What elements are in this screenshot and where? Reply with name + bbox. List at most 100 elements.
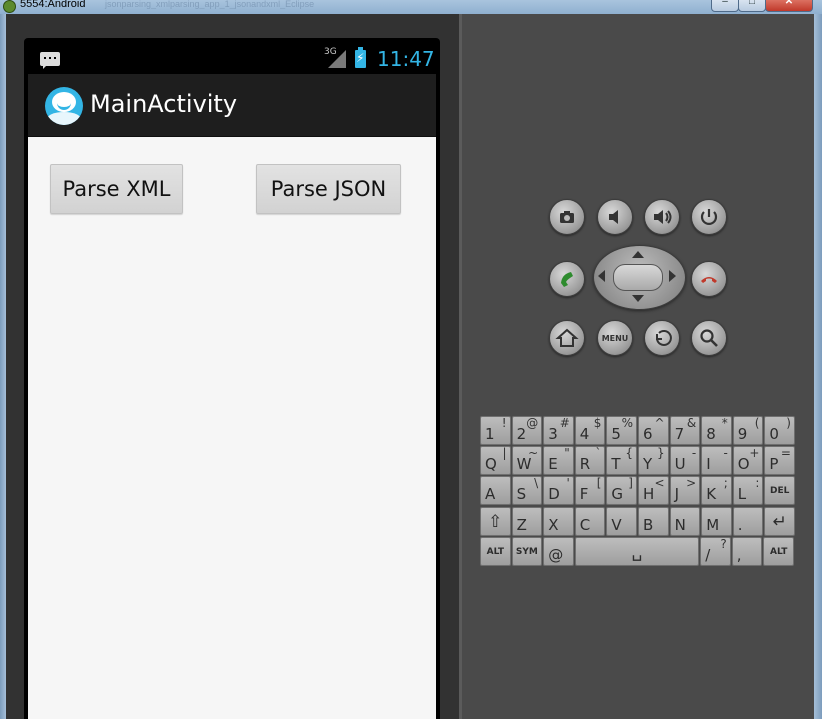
key-main-label: 4: [579, 425, 590, 443]
back-icon[interactable]: [644, 320, 680, 356]
key-main-label: L: [737, 485, 747, 504]
hardware-keyboard: 1! 2 @3 #4 $5% 6 ^ 7 & 8 * 9(0) Q | W ~ E " R ` T{Y} U - I - O + P =…: [480, 416, 796, 568]
key-row3-8[interactable]: L:: [732, 476, 764, 506]
alt-left-key[interactable]: ALT: [480, 536, 511, 566]
slash-key-label: /: [705, 545, 711, 564]
key-main-label: G: [611, 485, 624, 504]
key-main-label: 0: [769, 425, 779, 443]
key-main-label: P: [769, 455, 779, 474]
key-main-label: R: [579, 455, 591, 474]
dpad-center-button[interactable]: [613, 264, 663, 291]
key-alt-label: >: [686, 476, 697, 491]
key-alt-label: -: [723, 446, 728, 461]
end-call-icon[interactable]: [691, 261, 727, 297]
key-row2-7[interactable]: I-: [701, 446, 732, 476]
close-button[interactable]: ✕: [765, 0, 813, 12]
minimize-button[interactable]: –: [711, 0, 739, 12]
key-row2-8[interactable]: O +: [732, 446, 764, 476]
key-row3-7[interactable]: K;: [701, 476, 732, 506]
key-row3-5[interactable]: H <: [638, 476, 669, 506]
space-key-label: ␣: [631, 541, 643, 562]
window-titlebar: 5554:Android jsonparsing_xmlparsing_app_…: [0, 0, 822, 14]
comma-key[interactable]: ,: [731, 536, 763, 566]
parse-json-button[interactable]: Parse JSON: [256, 164, 401, 214]
network-type-label: 3G: [324, 47, 337, 57]
key-main-label: E: [548, 455, 558, 474]
space-key[interactable]: ␣: [574, 536, 700, 566]
key-row3-1[interactable]: S \: [511, 476, 543, 506]
dpad-right-icon[interactable]: [669, 270, 676, 282]
key-row2-0[interactable]: Q |: [480, 446, 511, 476]
key-row4-0[interactable]: ⇧: [480, 506, 511, 536]
key-row3-6[interactable]: J >: [669, 476, 701, 506]
key-row2-2[interactable]: E ": [543, 446, 574, 476]
sym-key[interactable]: SYM: [511, 536, 543, 566]
key-row4-6[interactable]: N: [669, 506, 701, 536]
key-main-label: X: [548, 515, 559, 534]
at-key[interactable]: @: [543, 536, 574, 566]
key-row1-0[interactable]: 1!: [480, 416, 511, 445]
activity-title: MainActivity: [90, 90, 238, 118]
key-alt-label: $: [593, 416, 602, 430]
menu-label: MENU: [602, 334, 629, 343]
key-row1-6[interactable]: 7 &: [669, 416, 701, 445]
key-alt-label: *: [721, 416, 728, 430]
dpad-down-icon[interactable]: [632, 295, 644, 302]
key-row1-4[interactable]: 5%: [606, 416, 637, 445]
key-row3-2[interactable]: D ': [543, 476, 574, 506]
key-row2-3[interactable]: R `: [574, 446, 606, 476]
search-icon[interactable]: [691, 320, 727, 356]
key-row3-3[interactable]: F[: [574, 476, 606, 506]
alt-right-key[interactable]: ALT: [763, 536, 794, 566]
key-alt-label: =: [780, 446, 791, 461]
key-row1-9[interactable]: 0): [764, 416, 795, 445]
slash-key[interactable]: /?: [700, 536, 731, 566]
key-row1-5[interactable]: 6 ^: [638, 416, 669, 445]
key-main-label: Z: [516, 515, 527, 534]
key-main-label: J: [674, 485, 680, 504]
key-row2-4[interactable]: T{: [606, 446, 637, 476]
notification-message-icon: [40, 52, 60, 69]
maximize-button[interactable]: □: [738, 0, 766, 12]
key-row2-9[interactable]: P =: [764, 446, 795, 476]
key-row4-7[interactable]: M: [701, 506, 732, 536]
key-row4-9[interactable]: ↵: [764, 506, 795, 536]
android-app-icon: [3, 0, 16, 13]
window-frame-right: [814, 14, 822, 719]
key-row4-4[interactable]: V: [606, 506, 637, 536]
volume-up-icon[interactable]: [644, 199, 680, 235]
key-row2-6[interactable]: U-: [669, 446, 701, 476]
key-row3-4[interactable]: G]: [606, 476, 637, 506]
key-row1-7[interactable]: 8 *: [701, 416, 732, 445]
key-row1-3[interactable]: 4 $: [574, 416, 606, 445]
key-row2-1[interactable]: W ~: [511, 446, 543, 476]
call-icon[interactable]: [549, 261, 585, 297]
key-row3-9[interactable]: DEL: [764, 476, 795, 506]
key-row4-2[interactable]: X: [543, 506, 574, 536]
key-alt-label: (: [754, 416, 760, 430]
key-alt-label: ): [786, 416, 791, 430]
key-row1-8[interactable]: 9(: [732, 416, 764, 445]
key-alt-label: +: [749, 446, 760, 461]
key-alt-label: ]: [628, 476, 633, 491]
key-main-label: C: [579, 515, 591, 534]
menu-icon[interactable]: MENU: [597, 320, 633, 356]
camera-icon[interactable]: [549, 199, 585, 235]
key-row1-1[interactable]: 2 @: [511, 416, 543, 445]
key-row4-5[interactable]: B: [638, 506, 669, 536]
volume-down-icon[interactable]: [597, 199, 633, 235]
key-row2-5[interactable]: Y}: [638, 446, 669, 476]
parse-xml-button[interactable]: Parse XML: [50, 164, 183, 214]
key-alt-label: &: [686, 416, 697, 430]
home-icon[interactable]: [549, 320, 585, 356]
key-row3-0[interactable]: A: [480, 476, 511, 506]
power-icon[interactable]: [691, 199, 727, 235]
key-row1-2[interactable]: 3 #: [543, 416, 574, 445]
key-row4-1[interactable]: Z: [511, 506, 543, 536]
dpad-left-icon[interactable]: [598, 270, 605, 282]
key-alt-label: ': [566, 476, 570, 491]
app-launcher-icon[interactable]: [45, 87, 83, 125]
key-row4-8[interactable]: .: [732, 506, 764, 536]
key-row4-3[interactable]: C: [574, 506, 606, 536]
dpad-up-icon[interactable]: [632, 251, 644, 258]
